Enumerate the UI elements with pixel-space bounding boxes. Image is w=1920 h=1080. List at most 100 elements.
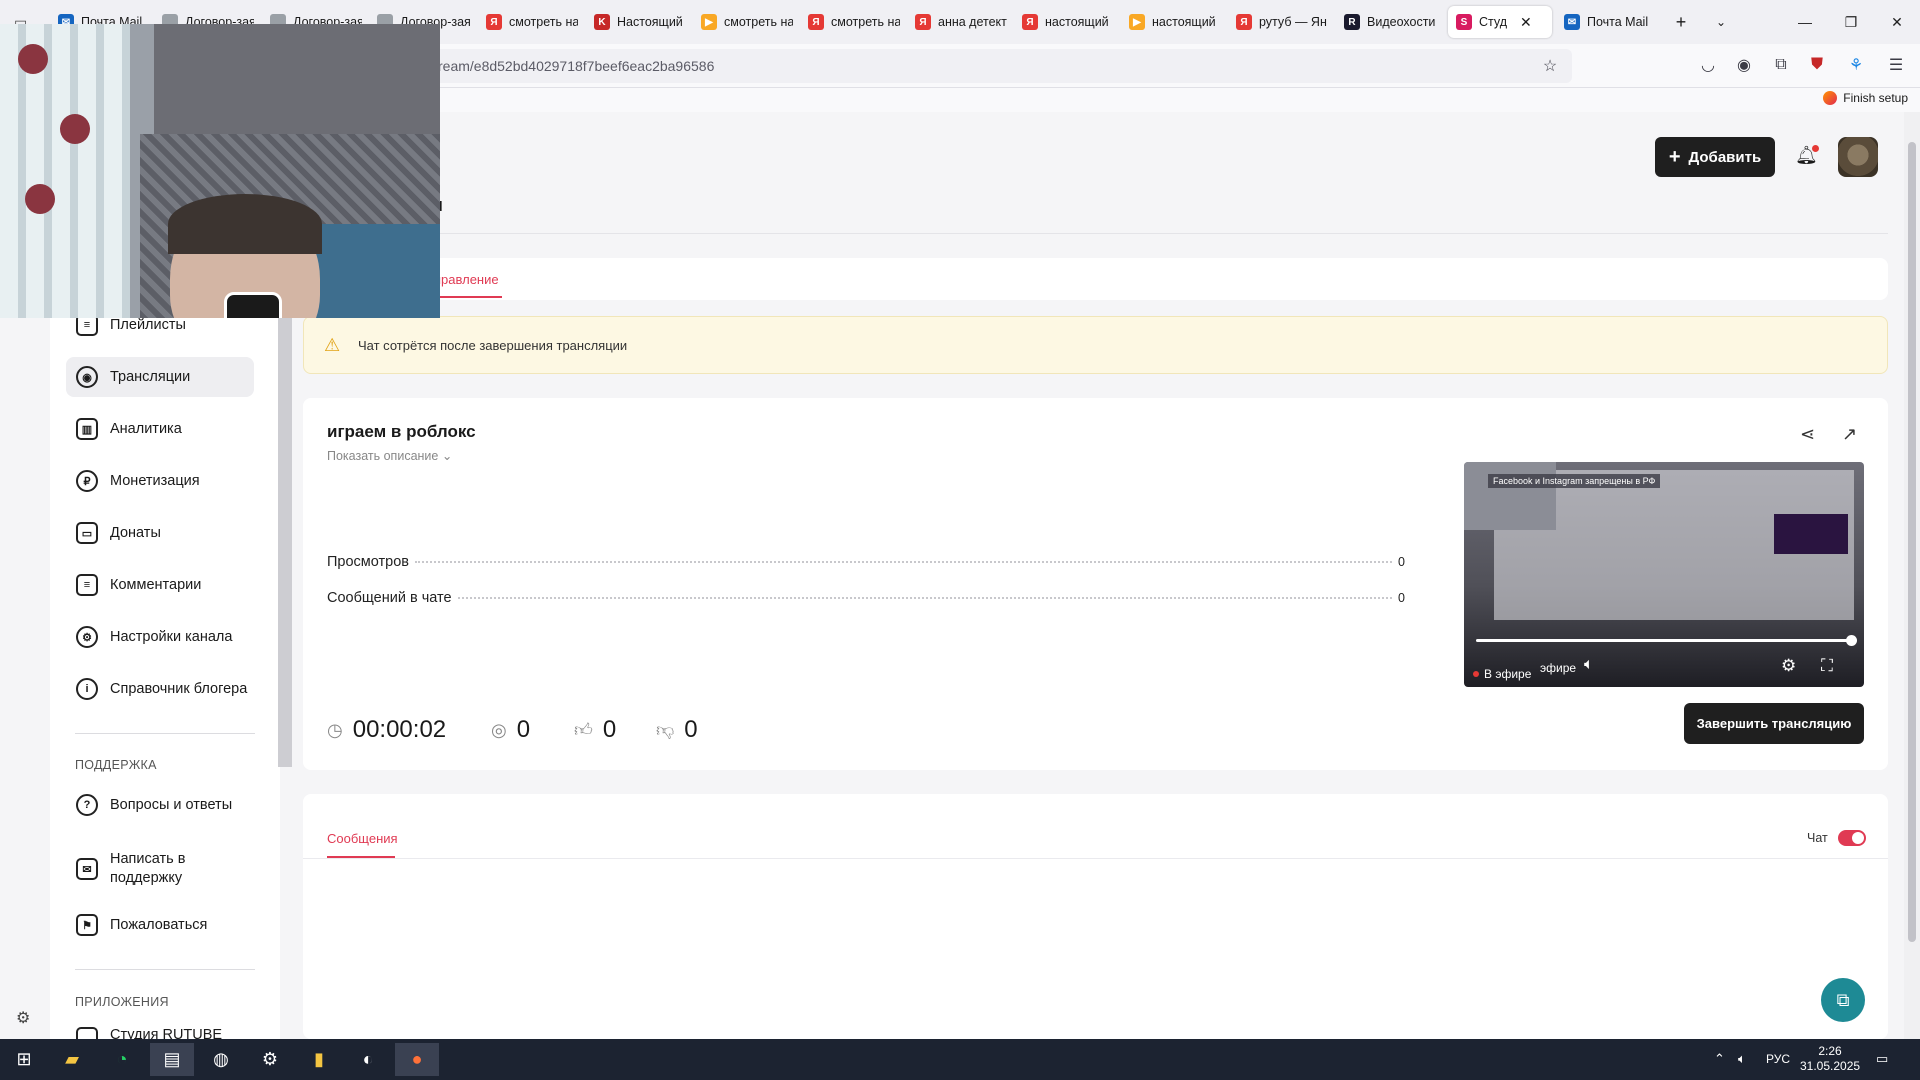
notifications-icon[interactable]: ▭ [1876, 1051, 1888, 1067]
sidebar-item-write-support[interactable]: ✉ Написать в поддержку [66, 845, 206, 893]
app-icon: ▤ [163, 1049, 181, 1069]
language-indicator[interactable]: РУС [1766, 1052, 1790, 1066]
sidebar-item-broadcasts[interactable]: ◉ Трансляции [66, 357, 254, 397]
show-description-toggle[interactable]: Показать описание ⌄ [327, 448, 452, 463]
thumbs-down-icon: 👎︎ [656, 720, 675, 740]
tab-management[interactable]: правление [434, 272, 499, 287]
end-broadcast-button[interactable]: Завершить трансляцию [1684, 703, 1864, 744]
sidebar-item-comments[interactable]: ≡ Комментарии [66, 565, 254, 605]
windows-icon: ⊞ [16, 1049, 32, 1069]
sidebar-item-label: Написать в поддержку [110, 851, 186, 886]
browser-tab[interactable]: Ярутуб — Ян [1228, 6, 1328, 38]
gear-icon: ⚙ [261, 1049, 279, 1069]
sidebar-item-label: Монетизация [110, 473, 200, 489]
scrollbar-thumb[interactable] [1908, 142, 1916, 942]
sidebar-item-analytics[interactable]: ▥ Аналитика [66, 409, 254, 449]
page-scrollbar[interactable] [1904, 112, 1920, 1039]
account-icon[interactable]: ◉ [1733, 54, 1755, 76]
chat-toggle-label: Чат [1807, 831, 1828, 845]
browser-tab[interactable]: Ясмотреть на [800, 6, 900, 38]
notifications-button[interactable]: 🔔︎ [1795, 145, 1819, 169]
taskbar-obs[interactable]: ◐ [346, 1043, 390, 1076]
sidebar-item-label: Трансляции [110, 369, 191, 385]
tab-favicon-icon: Я [808, 14, 824, 30]
url-text: ream/e8d52bd4029718f7beef6eac2ba96586 [438, 58, 715, 74]
steam-icon: ◍ [213, 1049, 229, 1069]
stream-preview-player[interactable] [1464, 462, 1864, 687]
browser-tab[interactable]: ✉ Почта Mail [1556, 6, 1656, 38]
sidebar-item-donations[interactable]: ▭ Донаты [66, 513, 254, 553]
sidebar-item-monetization[interactable]: ₽ Монетизация [66, 461, 254, 501]
firefox-icon: ● [411, 1049, 423, 1069]
browser-tab[interactable]: S Студ ✕ [1448, 6, 1552, 38]
tab-list-button[interactable]: ⌄ [1708, 6, 1734, 38]
clock[interactable]: 2:26 31.05.2025 [1800, 1044, 1860, 1074]
profile-extension-icon[interactable]: ⚘ [1845, 54, 1867, 76]
help-chat-button[interactable]: ⧉ [1821, 978, 1865, 1022]
sidebar-item-faq[interactable]: ? Вопросы и ответы [66, 785, 254, 825]
extensions-icon[interactable]: ⧉ [1770, 54, 1792, 76]
speaker-icon[interactable]: 🔈︎ [1738, 1051, 1746, 1067]
settings-gear-icon[interactable]: ⚙ [16, 1008, 30, 1028]
fullscreen-icon[interactable]: ⛶ [1821, 656, 1833, 676]
live-label-secondary: эфире [1540, 661, 1577, 675]
tab-label: Видеохости [1367, 15, 1436, 29]
chat-toggle[interactable] [1838, 830, 1866, 846]
taskbar-settings[interactable]: ⚙ [248, 1043, 292, 1076]
info-icon: i [76, 678, 98, 700]
taskbar-whatsapp[interactable]: ◔ [100, 1043, 144, 1076]
volume-icon[interactable]: 🔈︎ [1584, 656, 1594, 674]
share-icon[interactable]: ⋖ [1800, 424, 1815, 445]
tab-messages[interactable]: Сообщения [327, 831, 398, 846]
dotted-leader [457, 597, 1393, 599]
clock-date: 31.05.2025 [1800, 1059, 1861, 1073]
pocket-icon[interactable]: ◡ [1697, 54, 1719, 76]
browser-tab[interactable]: Янастоящий [1014, 6, 1114, 38]
start-button[interactable]: ⊞ [2, 1043, 46, 1076]
close-window-button[interactable]: ✕ [1874, 0, 1920, 44]
browser-tab[interactable]: R Видеохости [1336, 6, 1440, 38]
chevron-up-icon[interactable]: ⌃ [1714, 1051, 1725, 1067]
browser-tab[interactable]: K Настоящий [586, 6, 686, 38]
chat-divider [303, 858, 1888, 859]
finish-setup-button[interactable]: Finish setup [1823, 91, 1908, 105]
tab-label: настоящий [1045, 15, 1109, 29]
close-tab-icon[interactable]: ✕ [1520, 14, 1532, 31]
support-heading: ПОДДЕРЖКА [75, 758, 157, 772]
taskbar-steam[interactable]: ◍ [199, 1043, 243, 1076]
address-bar[interactable]: ream/e8d52bd4029718f7beef6eac2ba96586 ☆ [420, 49, 1572, 83]
ublock-icon[interactable]: ⛊ [1806, 54, 1828, 76]
taskbar-app[interactable]: ▤ [150, 1043, 194, 1076]
restore-button[interactable]: ❐ [1828, 0, 1874, 44]
tab-label: смотреть на [509, 15, 578, 29]
minimize-button[interactable]: — [1782, 0, 1828, 44]
dislikes-value: 0 [684, 716, 698, 743]
menu-icon[interactable]: ☰ [1885, 54, 1907, 76]
chevron-down-icon: ⌄ [1715, 15, 1727, 29]
browser-tab[interactable]: ▶ настоящий [1121, 6, 1221, 38]
player-progress-knob[interactable] [1846, 635, 1857, 646]
sidebar-item-blogger-guide[interactable]: i Справочник блогера [66, 669, 254, 709]
add-button[interactable]: + Добавить [1655, 137, 1775, 177]
browser-tab[interactable]: Яанна детект [907, 6, 1007, 38]
sidebar-item-label: Аналитика [110, 421, 182, 437]
external-link-icon[interactable]: ↗ [1842, 424, 1857, 445]
avatar[interactable] [1838, 137, 1878, 177]
analytics-icon: ▥ [76, 418, 98, 440]
tab-label: анна детект [938, 15, 1007, 29]
new-tab-button[interactable]: + [1668, 6, 1694, 38]
player-progress-bar[interactable] [1476, 639, 1852, 642]
taskbar-explorer[interactable]: ▰ [50, 1043, 94, 1076]
sidebar-item-app[interactable]: Студия RUTUBE [66, 1027, 254, 1039]
sidebar-item-channel-settings[interactable]: ⚙ Настройки канала [66, 617, 254, 657]
bookmark-star-icon[interactable]: ☆ [1539, 55, 1561, 77]
sidebar-divider [75, 733, 255, 734]
browser-tab[interactable]: ▶ смотреть на [693, 6, 793, 38]
taskbar-app2[interactable]: ▮ [297, 1043, 341, 1076]
preview-webcam [1464, 462, 1556, 530]
browser-tab[interactable]: Ясмотреть на [478, 6, 578, 38]
taskbar-firefox[interactable]: ● [395, 1043, 439, 1076]
sidebar-item-report[interactable]: ⚑ Пожаловаться [66, 905, 254, 945]
curtain-flower [18, 44, 48, 74]
player-settings-icon[interactable]: ⚙ [1781, 656, 1796, 676]
